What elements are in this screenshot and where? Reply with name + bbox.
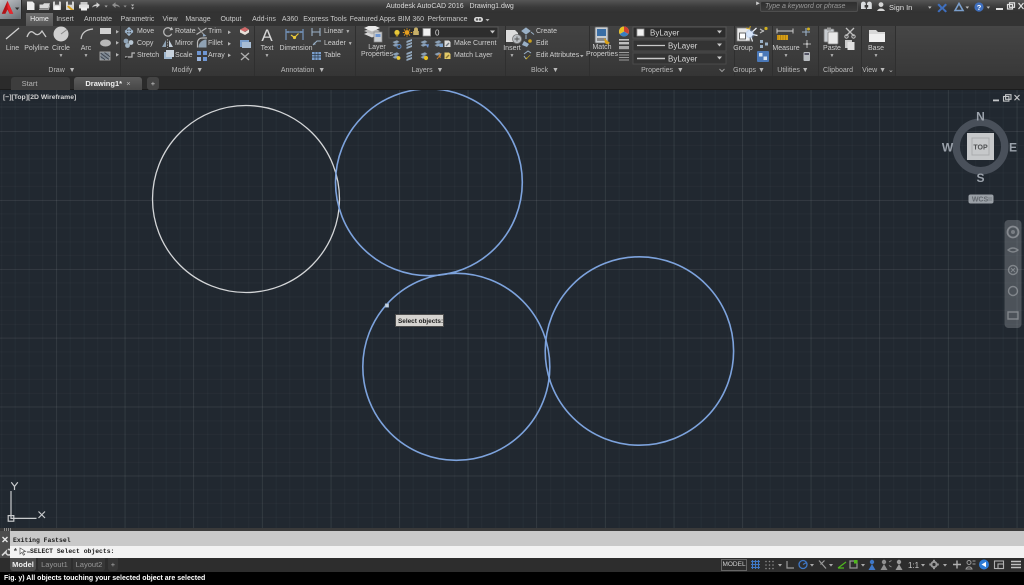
- svg-text:W: W: [942, 141, 954, 155]
- svg-text:ByLayer: ByLayer: [668, 42, 698, 51]
- svg-text:TOP: TOP: [973, 145, 988, 152]
- svg-text:Sign In: Sign In: [889, 3, 912, 12]
- svg-text:A: A: [261, 26, 273, 45]
- svg-text:?: ?: [977, 3, 982, 12]
- svg-text:Select objects:: Select objects:: [398, 318, 443, 325]
- svg-text:*: *: [13, 548, 18, 557]
- svg-text:ByLayer: ByLayer: [668, 55, 698, 64]
- svg-text:1:1: 1:1: [908, 561, 920, 570]
- svg-text:WCS: WCS: [972, 197, 989, 204]
- svg-text:S: S: [976, 171, 984, 185]
- svg-text:N: N: [976, 110, 985, 124]
- svg-text:ByLayer: ByLayer: [650, 29, 680, 38]
- svg-text:E: E: [1009, 141, 1017, 155]
- svg-text:0: 0: [435, 29, 440, 38]
- svg-text:✓: ✓: [524, 53, 531, 62]
